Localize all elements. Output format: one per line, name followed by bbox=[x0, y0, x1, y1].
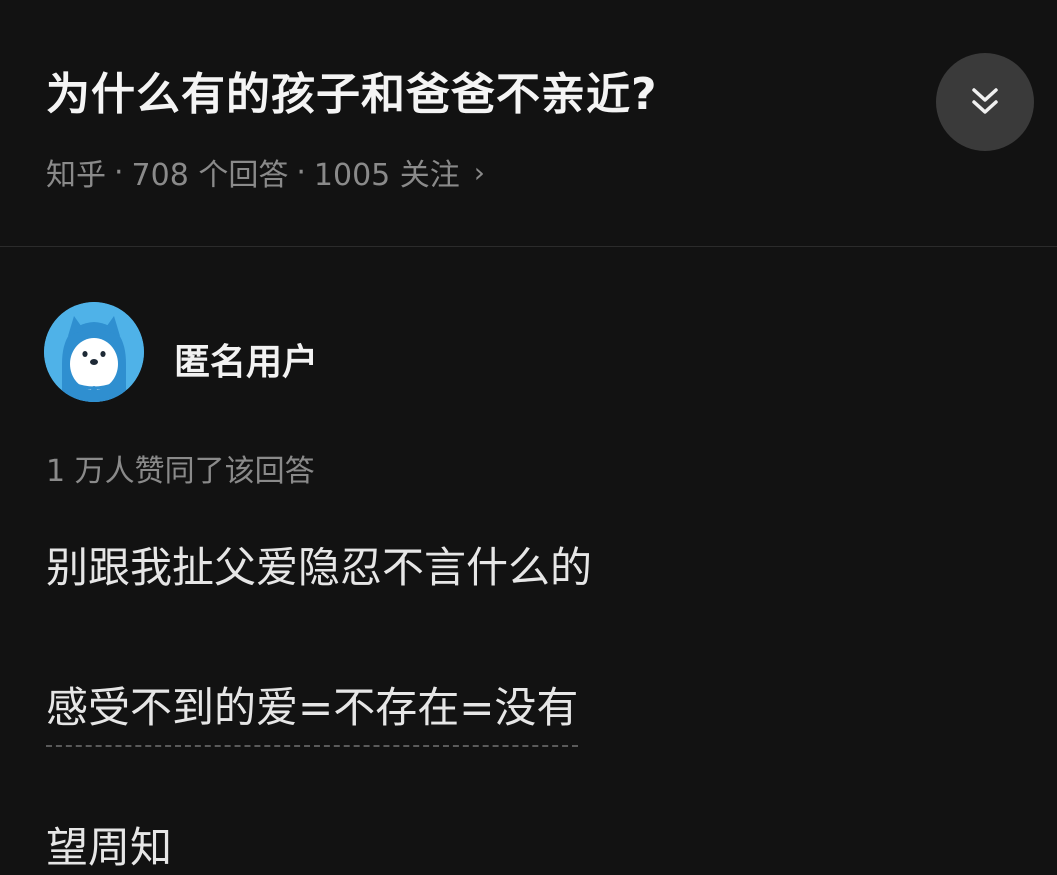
question-header: 为什么有的孩子和爸爸不亲近? 知乎 · 708 个回答 · 1005 关注 › bbox=[0, 0, 1057, 246]
answer-paragraph: 望周知 bbox=[46, 823, 173, 872]
answer-count: 708 个回答 bbox=[131, 158, 289, 193]
meta-separator: · bbox=[114, 154, 124, 190]
double-chevron-down-icon bbox=[972, 88, 998, 114]
avatar[interactable] bbox=[44, 302, 144, 402]
expand-button[interactable] bbox=[936, 53, 1034, 151]
author-name[interactable]: 匿名用户 bbox=[174, 333, 318, 385]
meta-separator: · bbox=[296, 154, 306, 190]
anonymous-dog-avatar-icon bbox=[44, 302, 144, 402]
question-title[interactable]: 为什么有的孩子和爸爸不亲近? bbox=[46, 58, 658, 122]
chevron-right-icon: › bbox=[473, 155, 485, 189]
source-label: 知乎 bbox=[46, 158, 106, 193]
answer-paragraph[interactable]: 感受不到的爱=不存在=没有 bbox=[46, 674, 579, 747]
question-meta[interactable]: 知乎 · 708 个回答 · 1005 关注 › bbox=[46, 150, 485, 194]
divider bbox=[0, 246, 1057, 247]
follower-count: 1005 关注 bbox=[313, 158, 460, 193]
answer-paragraph: 别跟我扯父爱隐忍不言什么的 bbox=[46, 543, 593, 592]
vote-count: 1 万人赞同了该回答 bbox=[46, 454, 315, 489]
